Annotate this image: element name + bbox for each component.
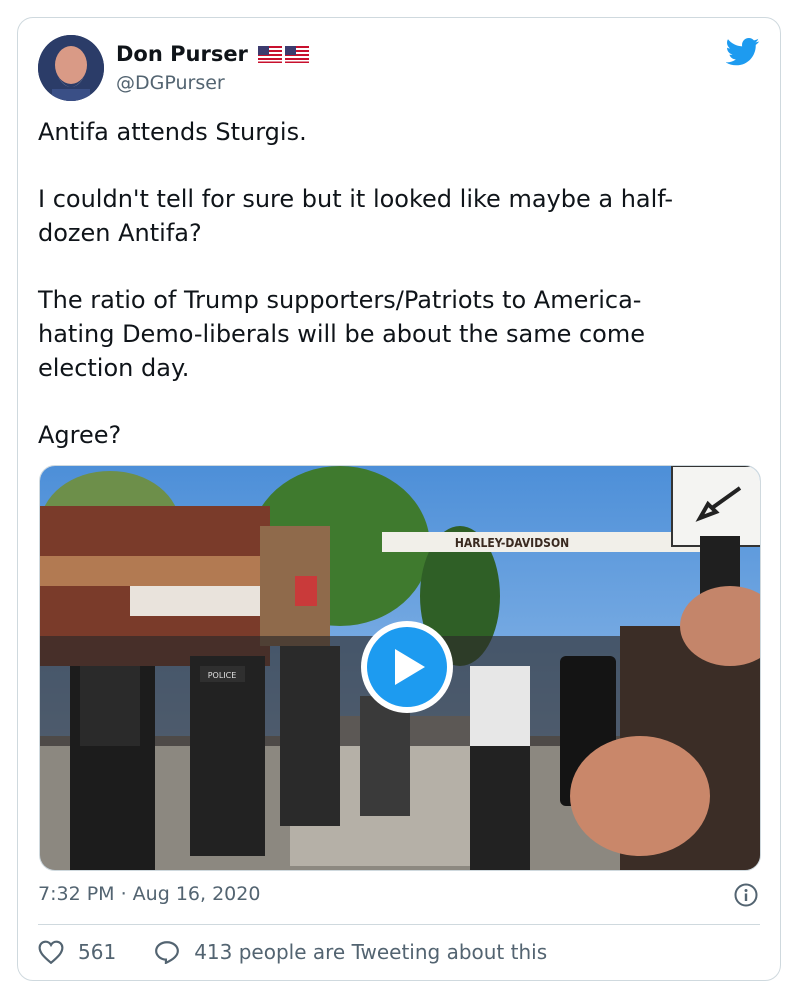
us-flag-icon (257, 45, 282, 63)
tweet-text: Antifa attends Sturgis. I couldn't tell … (38, 115, 758, 485)
police-badge-text: POLICE (208, 671, 237, 680)
tweet-timestamp[interactable]: 7:32 PM · Aug 16, 2020 (38, 883, 260, 905)
tweet-paragraph: I couldn't tell for sure but it looked l… (38, 185, 674, 247)
play-button[interactable] (361, 621, 453, 713)
conversation-link[interactable]: 413 people are Tweeting about this (154, 940, 547, 964)
author-handle[interactable]: @DGPurser (116, 72, 225, 94)
avatar[interactable] (38, 35, 104, 101)
video-player[interactable]: HARLEY-DAVIDSON POLICE (39, 465, 761, 871)
play-icon (395, 649, 425, 685)
tweet-card: Don Purser @DGPurser Antifa attends Stur… (17, 17, 781, 981)
speech-bubble-icon (155, 941, 180, 964)
us-flag-icon (284, 45, 309, 63)
name-row: Don Purser (116, 42, 309, 66)
tweet-paragraph: Antifa attends Sturgis. (38, 118, 307, 146)
flag-emojis (257, 45, 309, 63)
avatar-image (38, 35, 104, 101)
heart-icon (38, 940, 64, 964)
like-count: 561 (78, 940, 117, 964)
info-icon[interactable] (734, 883, 758, 907)
conversation-label: 413 people are Tweeting about this (194, 940, 548, 964)
divider (38, 924, 760, 925)
action-bar: 561 413 people are Tweeting about this (38, 940, 547, 964)
like-button[interactable]: 561 (38, 940, 116, 964)
banner-text: HARLEY-DAVIDSON (455, 536, 569, 550)
tweet-paragraph: Agree? (38, 421, 122, 449)
author-name[interactable]: Don Purser (116, 42, 248, 66)
tweet-paragraph: The ratio of Trump supporters/Patriots t… (38, 286, 645, 382)
twitter-bird-icon[interactable] (726, 38, 760, 66)
